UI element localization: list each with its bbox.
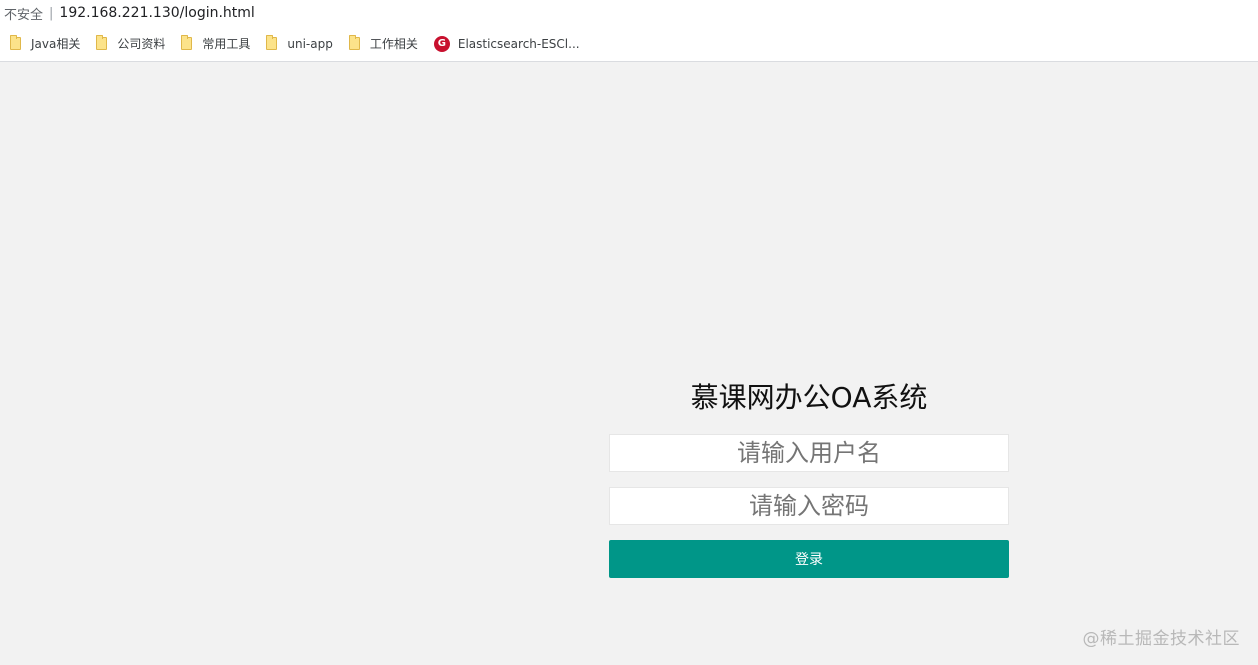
page-title: 慕课网办公OA系统 (690, 381, 928, 414)
bookmark-java[interactable]: Java相关 (8, 30, 88, 58)
watermark: @稀土掘金技术社区 (1082, 629, 1240, 649)
security-indicator[interactable]: 不安全 (4, 4, 43, 23)
login-panel: 慕课网办公OA系统 登录 (609, 378, 1009, 578)
url-text[interactable]: 192.168.221.130/login.html (59, 5, 254, 21)
bookmark-label: uni-app (287, 36, 333, 51)
elasticsearch-icon: G (433, 35, 450, 52)
bookmark-company-docs[interactable]: 公司资料 (94, 30, 173, 58)
bookmark-uni-app[interactable]: uni-app (264, 30, 340, 58)
folder-icon (266, 35, 278, 50)
password-input[interactable] (609, 487, 1009, 525)
username-input[interactable] (609, 434, 1009, 472)
bookmark-label: 常用工具 (202, 37, 251, 51)
address-separator: | (49, 5, 54, 21)
bookmark-label: Elasticsearch-ESCl... (457, 36, 580, 51)
bookmark-label: Java相关 (31, 37, 81, 51)
folder-icon (96, 35, 108, 50)
bookmark-work[interactable]: 工作相关 (347, 30, 426, 58)
bookmark-label: 公司资料 (117, 37, 166, 51)
login-button[interactable]: 登录 (609, 540, 1009, 578)
bookmark-elasticsearch[interactable]: G Elasticsearch-ESCl... (432, 30, 588, 58)
bookmark-label: 工作相关 (369, 37, 418, 51)
folder-icon (181, 35, 193, 50)
bookmark-tools[interactable]: 常用工具 (179, 30, 258, 58)
address-bar[interactable]: 不安全 | 192.168.221.130/login.html (0, 0, 1258, 26)
folder-icon (10, 35, 21, 50)
folder-icon (348, 35, 360, 50)
bookmarks-bar: Java相关 公司资料 常用工具 uni-app 工作相关 G Elastics… (0, 26, 1258, 62)
